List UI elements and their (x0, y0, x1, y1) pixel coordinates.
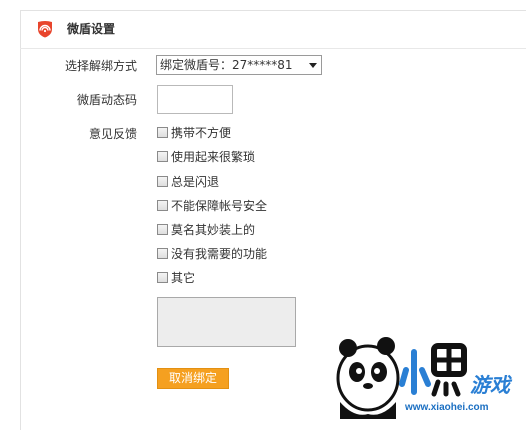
feedback-option[interactable]: 没有我需要的功能 (157, 247, 267, 263)
feedback-option-label: 其它 (171, 271, 196, 285)
checkbox[interactable] (157, 176, 168, 187)
watermark-url: www.xiaohei.com (405, 402, 489, 413)
feedback-option[interactable]: 总是闪退 (157, 175, 219, 191)
checkbox[interactable] (157, 224, 168, 235)
feedback-option[interactable]: 莫名其妙装上的 (157, 223, 255, 239)
feedback-option-label: 莫名其妙装上的 (171, 223, 256, 237)
checkbox[interactable] (157, 200, 168, 211)
feedback-option-label: 携带不方便 (171, 126, 232, 140)
cancel-bind-button[interactable]: 取消绑定 (157, 368, 229, 389)
dynamic-code-label: 微盾动态码 (76, 93, 137, 107)
feedback-option[interactable]: 使用起来很繁琐 (157, 150, 255, 166)
weidun-shield-icon (38, 21, 52, 38)
panel-header: 微盾设置 (20, 10, 526, 49)
unbind-method-label: 选择解绑方式 (64, 59, 137, 73)
feedback-option-label: 使用起来很繁琐 (171, 150, 256, 164)
page-title: 微盾设置 (67, 22, 116, 36)
feedback-option-label: 没有我需要的功能 (171, 247, 268, 261)
feedback-textarea[interactable] (157, 297, 296, 347)
checkbox[interactable] (157, 127, 168, 138)
feedback-option[interactable]: 不能保障帐号安全 (157, 199, 267, 215)
feedback-option[interactable]: 携带不方便 (157, 126, 231, 142)
feedback-option[interactable]: 其它 (157, 271, 195, 287)
feedback-option-label: 总是闪退 (171, 175, 220, 189)
unbind-method-select[interactable]: 绑定微盾号：27*****81 (156, 55, 322, 75)
checkbox[interactable] (157, 272, 168, 283)
checkbox[interactable] (157, 151, 168, 162)
unbind-method-value: 绑定微盾号：27*****81 (160, 58, 293, 72)
chevron-down-icon (309, 63, 317, 68)
feedback-label: 意见反馈 (88, 127, 137, 141)
svg-text:游戏: 游戏 (470, 373, 513, 397)
feedback-option-label: 不能保障帐号安全 (171, 199, 268, 213)
checkbox[interactable] (157, 248, 168, 259)
dynamic-code-input[interactable] (157, 85, 233, 114)
